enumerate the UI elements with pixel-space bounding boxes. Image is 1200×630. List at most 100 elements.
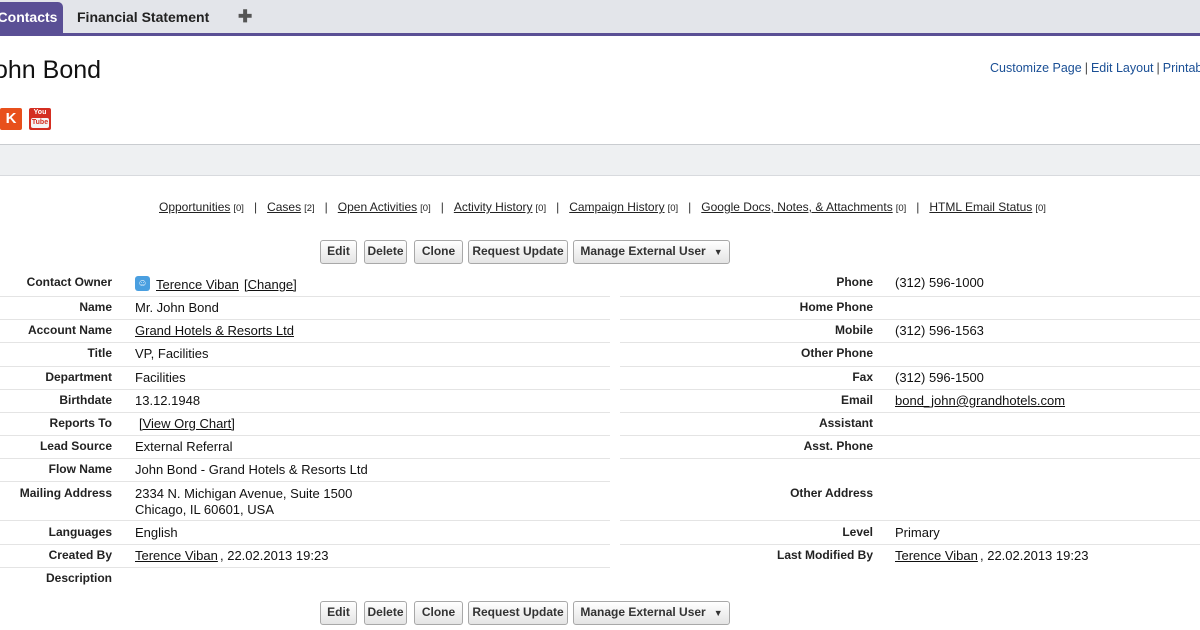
view-org-chart-link[interactable]: [View Org Chart] bbox=[139, 416, 235, 431]
related-count: [2] bbox=[304, 203, 315, 214]
row-divider bbox=[620, 458, 1200, 459]
manage-external-user-label: Manage External User bbox=[580, 605, 706, 619]
related-google-docs-link[interactable]: Google Docs, Notes, & Attachments bbox=[701, 200, 892, 214]
flow-name-label: Flow Name bbox=[48, 462, 112, 476]
mailing-address-line2: Chicago, IL 60601, USA bbox=[135, 502, 274, 517]
youtube-icon-bottom: Tube bbox=[31, 118, 49, 128]
related-count: [0] bbox=[667, 203, 679, 214]
related-count: [0] bbox=[233, 203, 244, 214]
related-open-activities-link[interactable]: Open Activities bbox=[338, 200, 417, 214]
edit-layout-link[interactable]: Edit Layout bbox=[1091, 61, 1154, 75]
name-value: Mr. John Bond bbox=[135, 300, 219, 315]
row-divider bbox=[0, 520, 610, 521]
related-opportunities-link[interactable]: Opportunities bbox=[159, 200, 230, 214]
request-update-button[interactable]: Request Update bbox=[468, 601, 568, 625]
row-divider bbox=[620, 366, 1200, 367]
separator: | bbox=[440, 200, 444, 214]
klout-icon[interactable]: K bbox=[0, 108, 22, 130]
manage-external-user-button[interactable]: Manage External User ▼ bbox=[573, 601, 730, 625]
row-divider bbox=[620, 520, 1200, 521]
related-activity-history-link[interactable]: Activity History bbox=[454, 200, 533, 214]
lead-source-value: External Referral bbox=[135, 439, 233, 454]
related-count: [0] bbox=[535, 203, 547, 214]
department-value: Facilities bbox=[135, 370, 186, 385]
chevron-down-icon: ▼ bbox=[713, 608, 723, 618]
created-by-user-link[interactable]: Terence Viban bbox=[135, 548, 218, 563]
other-phone-label: Other Phone bbox=[800, 346, 873, 360]
languages-value: English bbox=[135, 525, 178, 540]
customize-page-link[interactable]: Customize Page bbox=[990, 61, 1082, 75]
related-count: [0] bbox=[895, 203, 907, 214]
row-divider bbox=[0, 319, 610, 320]
separator: | bbox=[1084, 61, 1088, 75]
contact-owner-link[interactable]: Terence Viban bbox=[156, 277, 239, 292]
account-name-link[interactable]: Grand Hotels & Resorts Ltd bbox=[135, 323, 294, 338]
phone-label: Phone bbox=[836, 275, 873, 289]
assistant-label: Assistant bbox=[818, 416, 873, 430]
last-modified-by-label: Last Modified By bbox=[776, 548, 873, 562]
last-modified-by-user-link[interactable]: Terence Viban bbox=[895, 548, 978, 563]
row-divider bbox=[620, 435, 1200, 436]
row-divider bbox=[620, 296, 1200, 297]
row-divider bbox=[0, 435, 610, 436]
level-label: Level bbox=[842, 525, 873, 539]
user-avatar-icon: ☺ bbox=[135, 276, 150, 291]
created-by-date: , 22.02.2013 19:23 bbox=[220, 548, 329, 563]
mailing-address-line1: 2334 N. Michigan Avenue, Suite 1500 bbox=[135, 486, 353, 501]
request-update-button[interactable]: Request Update bbox=[468, 240, 568, 264]
last-modified-by-date: , 22.02.2013 19:23 bbox=[980, 548, 1089, 563]
separator: | bbox=[1156, 61, 1160, 75]
fax-value: (312) 596-1500 bbox=[895, 370, 984, 385]
row-divider bbox=[0, 342, 610, 343]
printable-view-link[interactable]: Printabl bbox=[1163, 61, 1200, 75]
row-divider bbox=[0, 366, 610, 367]
row-divider bbox=[0, 296, 610, 297]
related-html-email-status-link[interactable]: HTML Email Status bbox=[929, 200, 1032, 214]
home-phone-label: Home Phone bbox=[799, 300, 873, 314]
row-divider bbox=[620, 342, 1200, 343]
row-divider bbox=[0, 481, 610, 482]
section-divider-bar bbox=[0, 144, 1200, 176]
related-list-links: Opportunities [0] | Cases [2] | Open Activitie… bbox=[159, 200, 1046, 214]
created-by-label: Created By bbox=[48, 548, 112, 562]
separator: | bbox=[253, 200, 258, 214]
tab-contacts[interactable]: Contacts bbox=[0, 2, 63, 33]
reports-to-label: Reports To bbox=[49, 416, 112, 430]
flow-name-value: John Bond - Grand Hotels & Resorts Ltd bbox=[135, 462, 368, 477]
birthdate-value: 13.12.1948 bbox=[135, 393, 201, 408]
birthdate-label: Birthdate bbox=[59, 393, 112, 407]
title-value: VP, Facilities bbox=[135, 346, 209, 361]
email-link[interactable]: bond_john@grandhotels.com bbox=[895, 393, 1065, 408]
clone-button[interactable]: Clone bbox=[414, 601, 463, 625]
row-divider bbox=[620, 389, 1200, 390]
row-divider bbox=[620, 319, 1200, 320]
manage-external-user-button[interactable]: Manage External User ▼ bbox=[573, 240, 730, 264]
youtube-icon[interactable]: You Tube bbox=[29, 108, 51, 130]
row-divider bbox=[0, 567, 610, 568]
edit-button[interactable]: Edit bbox=[320, 240, 357, 264]
change-owner-link[interactable]: [Change] bbox=[244, 277, 297, 292]
edit-button[interactable]: Edit bbox=[320, 601, 357, 625]
add-tab-icon[interactable]: ✚ bbox=[238, 2, 252, 33]
clone-button[interactable]: Clone bbox=[414, 240, 463, 264]
related-cases-link[interactable]: Cases bbox=[267, 200, 301, 214]
mailing-address-label: Mailing Address bbox=[19, 486, 112, 500]
mobile-value: (312) 596-1563 bbox=[895, 323, 984, 338]
contact-owner-label: Contact Owner bbox=[26, 275, 112, 289]
row-divider bbox=[0, 412, 610, 413]
page-title: ohn Bond bbox=[0, 56, 102, 84]
description-label: Description bbox=[45, 571, 112, 585]
delete-button[interactable]: Delete bbox=[364, 240, 407, 264]
related-campaign-history-link[interactable]: Campaign History bbox=[569, 200, 664, 214]
languages-label: Languages bbox=[48, 525, 112, 539]
fax-label: Fax bbox=[852, 370, 873, 384]
row-divider bbox=[620, 544, 1200, 545]
department-label: Department bbox=[45, 370, 112, 384]
row-divider bbox=[0, 458, 610, 459]
other-address-label: Other Address bbox=[790, 486, 873, 500]
tab-financial-statement[interactable]: Financial Statement bbox=[77, 2, 209, 33]
separator: | bbox=[916, 200, 920, 214]
header-links: Customize Page|Edit Layout|Printabl bbox=[990, 61, 1200, 75]
email-label: Email bbox=[840, 393, 873, 407]
delete-button[interactable]: Delete bbox=[364, 601, 407, 625]
